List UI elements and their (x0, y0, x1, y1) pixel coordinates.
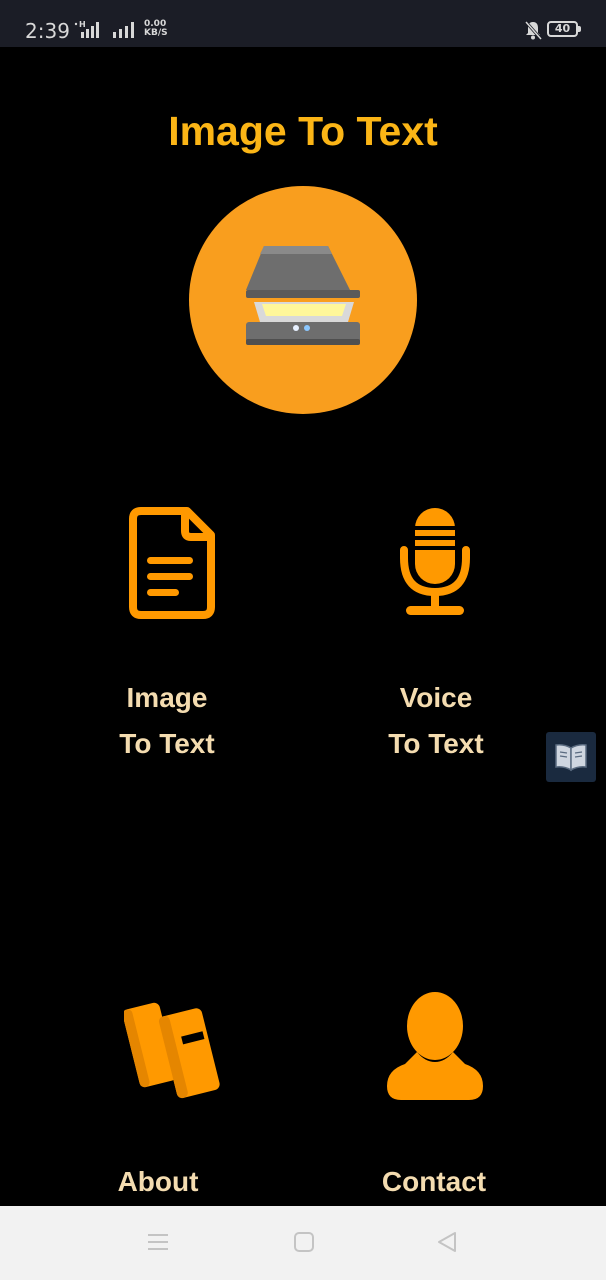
image-to-text-tile[interactable]: Image To Text (67, 500, 267, 780)
signal-h-icon: H (74, 20, 99, 38)
navigation-bar (0, 1206, 606, 1280)
menu-icon[interactable] (146, 1230, 170, 1254)
person-icon (387, 992, 483, 1100)
floating-book-button[interactable] (546, 732, 596, 782)
about-tile[interactable]: About (58, 985, 258, 1200)
status-time: 2:39 (25, 19, 70, 43)
page-title: Image To Text (168, 108, 438, 154)
voice-to-text-tile[interactable]: Voice To Text (336, 500, 536, 780)
voice-to-text-label: Voice To Text (388, 682, 484, 759)
contact-label: Contact (381, 1166, 487, 1197)
signal-icon (113, 22, 134, 38)
back-icon[interactable] (435, 1230, 459, 1254)
battery-icon: 40 (547, 21, 581, 37)
about-label: About (117, 1166, 199, 1197)
scanner-icon (246, 246, 360, 345)
books-icon (124, 1002, 220, 1099)
document-icon (129, 507, 215, 619)
svg-text:H: H (79, 20, 86, 29)
book-icon (555, 744, 587, 772)
home-icon[interactable] (292, 1230, 316, 1254)
mute-bell-icon (524, 21, 542, 40)
image-to-text-label: Image To Text (119, 682, 215, 759)
network-speed: 0.00 KB/S (144, 19, 168, 38)
microphone-icon (400, 508, 470, 615)
contact-tile[interactable]: Contact (334, 985, 534, 1200)
status-bar: 2:39 H 0.00 KB/S 40 (0, 0, 606, 47)
hero-logo (189, 186, 417, 414)
